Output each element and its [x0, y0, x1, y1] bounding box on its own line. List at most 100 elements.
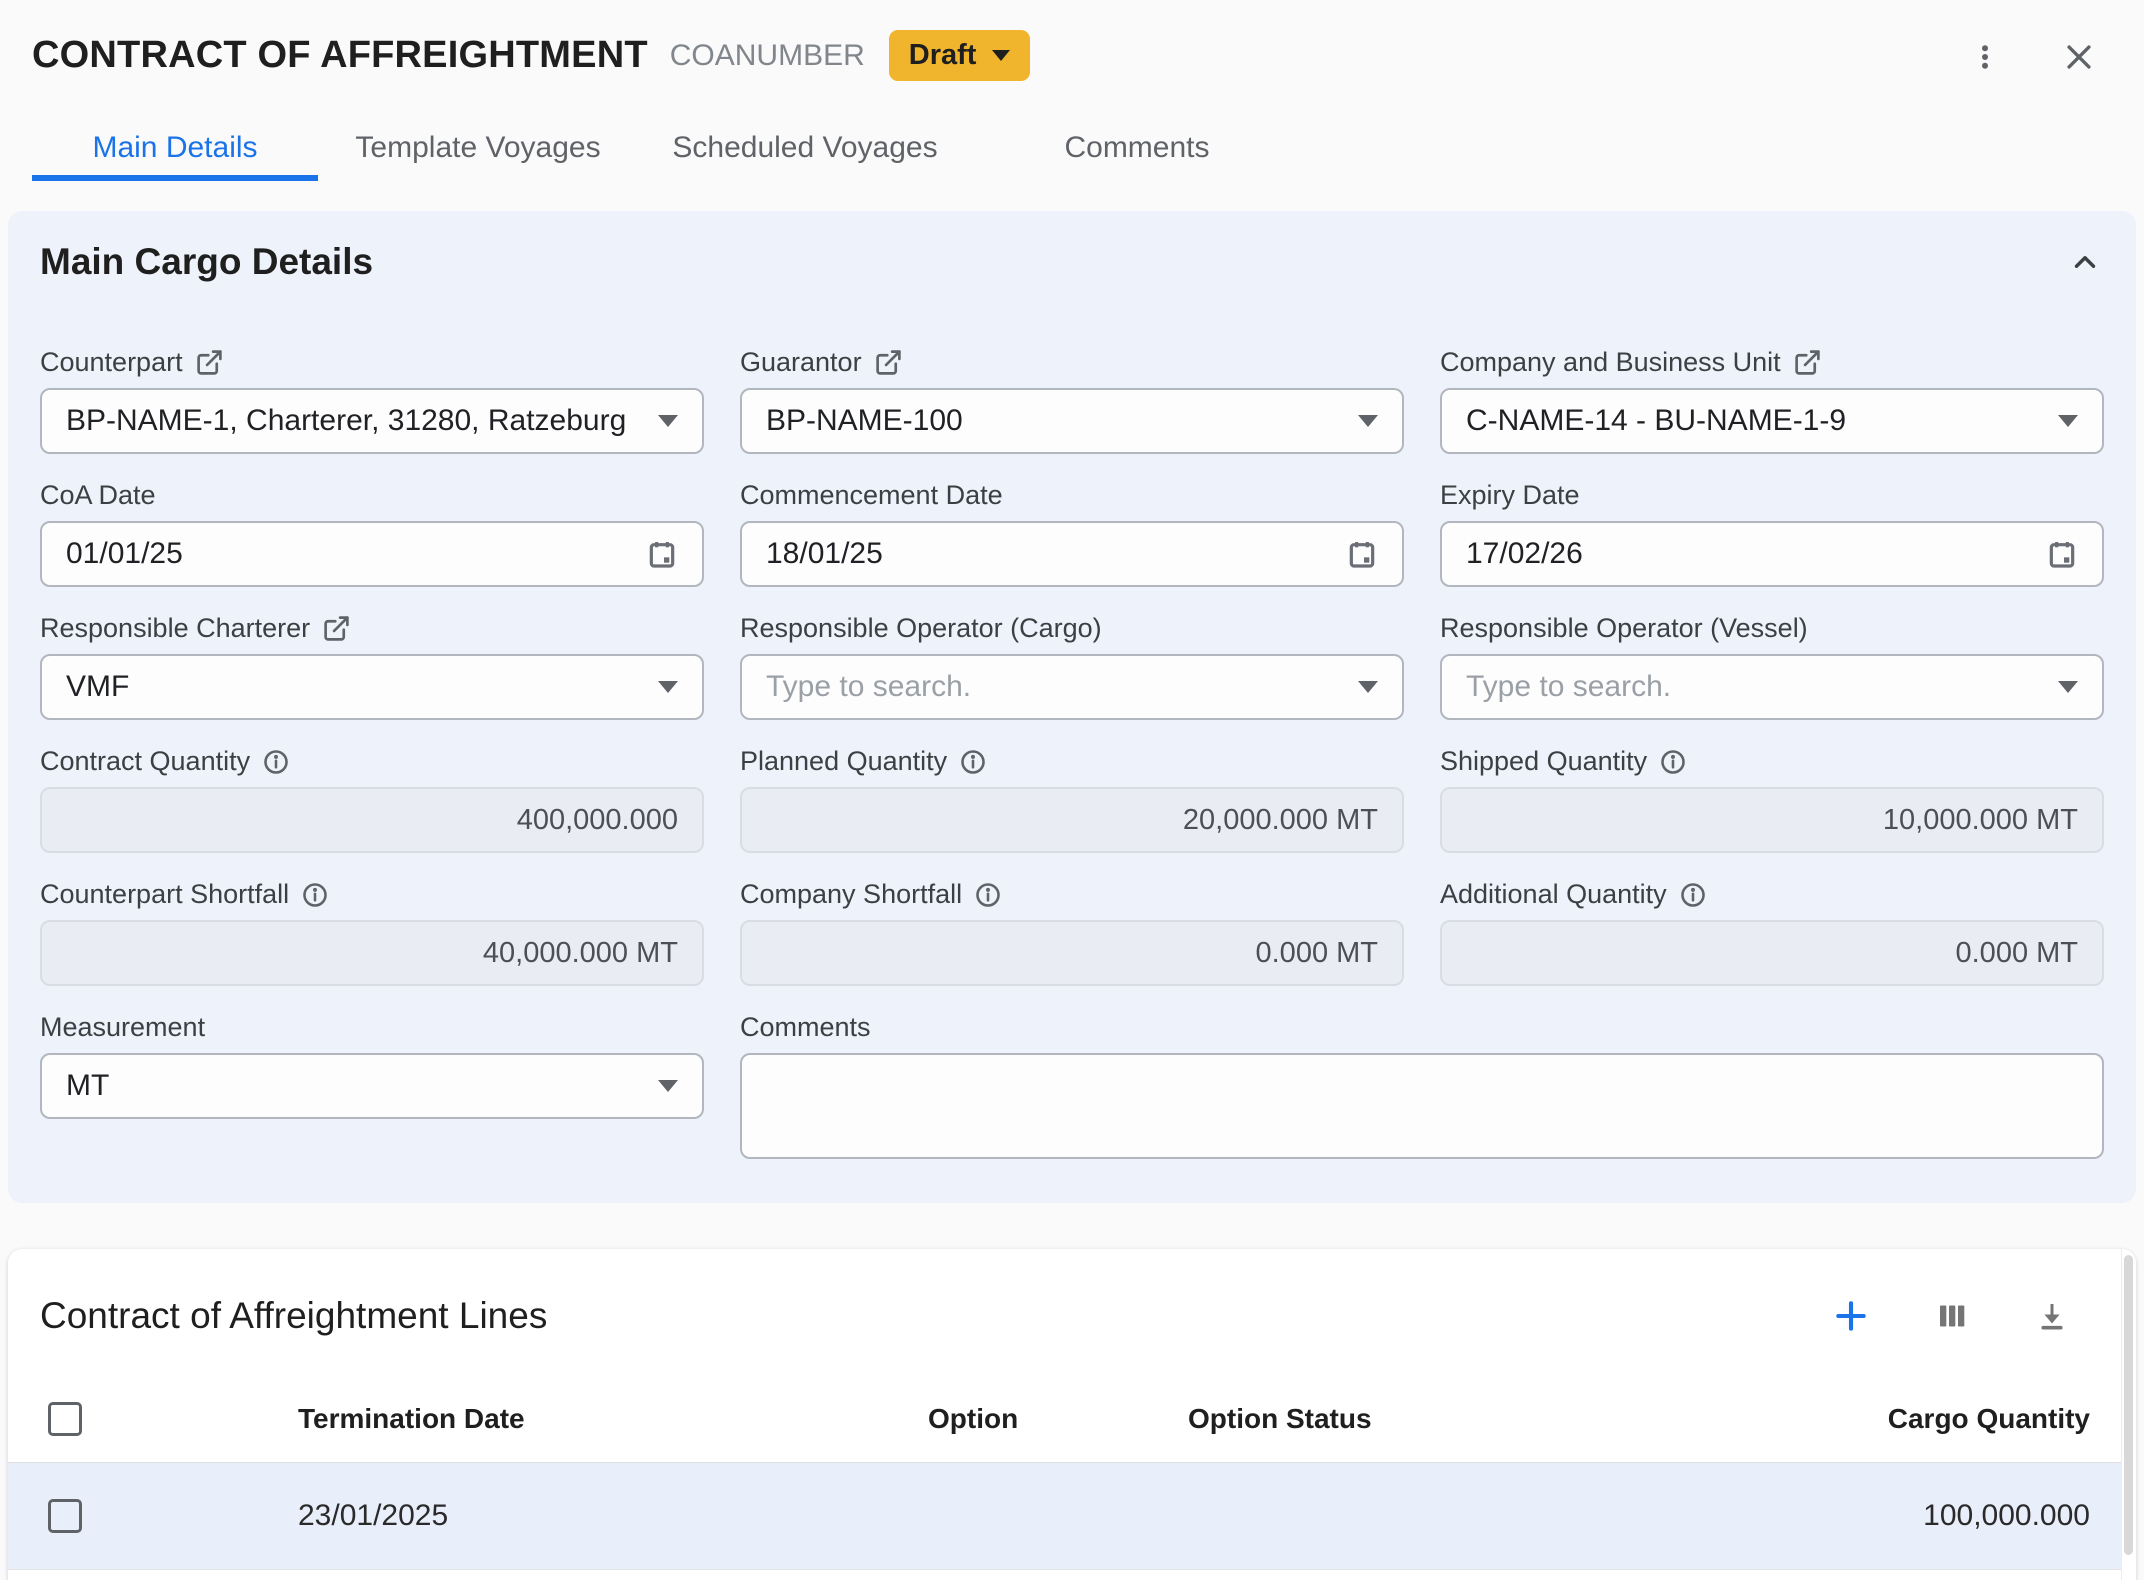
cargo-quantity-cell: 100,000.000	[1588, 1499, 2090, 1533]
tab-scheduled-voyages[interactable]: Scheduled Voyages	[638, 115, 972, 181]
tab-main-details[interactable]: Main Details	[32, 115, 318, 181]
commencement-date-label: Commencement Date	[740, 480, 1003, 511]
comments-group: Comments	[740, 1012, 2104, 1159]
commencement-date-value: 18/01/25	[766, 537, 1346, 571]
responsible-charterer-label: Responsible Charterer	[40, 613, 310, 644]
columns-button[interactable]	[1928, 1292, 1976, 1340]
close-button[interactable]	[2056, 34, 2102, 80]
open-in-new-icon[interactable]	[1793, 348, 1822, 377]
info-icon[interactable]	[262, 748, 290, 776]
more-options-button[interactable]	[1964, 36, 2006, 78]
planned-quantity-label: Planned Quantity	[740, 746, 947, 777]
counterpart-group: Counterpart BP-NAME-1, Charterer, 31280,…	[40, 347, 704, 454]
company-shortfall-label: Company Shortfall	[740, 879, 962, 910]
guarantor-group: Guarantor BP-NAME-100	[740, 347, 1404, 454]
calendar-icon[interactable]	[2046, 538, 2078, 570]
measurement-group: Measurement MT	[40, 1012, 704, 1159]
calendar-icon[interactable]	[1346, 538, 1378, 570]
collapse-section-button[interactable]	[2068, 245, 2102, 279]
counterpart-shortfall-group: Counterpart Shortfall 40,000.000 MT	[40, 879, 704, 986]
status-label: Draft	[909, 39, 977, 72]
tab-template-voyages[interactable]: Template Voyages	[318, 115, 638, 181]
add-line-button[interactable]	[1826, 1291, 1876, 1341]
coa-number: COANUMBER	[670, 39, 865, 73]
window-header: CONTRACT OF AFFREIGHTMENT COANUMBER Draf…	[0, 0, 2144, 181]
info-icon[interactable]	[1679, 881, 1707, 909]
termination-date-cell: 23/01/2025	[298, 1499, 928, 1533]
lines-section-title: Contract of Affreightment Lines	[40, 1295, 547, 1337]
coa-lines-table: Termination Date Option Option Status Ca…	[8, 1375, 2136, 1580]
open-in-new-icon[interactable]	[874, 348, 903, 377]
chevron-up-icon	[2068, 245, 2102, 279]
additional-quantity-value: 0.000 MT	[1956, 937, 2079, 970]
table-scrollbar[interactable]	[2121, 1249, 2136, 1580]
tab-bar: Main Details Template Voyages Scheduled …	[32, 115, 2104, 181]
comments-label: Comments	[740, 1012, 871, 1043]
info-icon[interactable]	[301, 881, 329, 909]
planned-quantity-group: Planned Quantity 20,000.000 MT	[740, 746, 1404, 853]
dropdown-caret-icon	[2058, 681, 2078, 693]
expiry-date-input[interactable]: 17/02/26	[1440, 521, 2104, 587]
company-bu-select[interactable]: C-NAME-14 - BU-NAME-1-9	[1440, 388, 2104, 454]
counterpart-shortfall-label: Counterpart Shortfall	[40, 879, 289, 910]
coa-date-input[interactable]: 01/01/25	[40, 521, 704, 587]
counterpart-shortfall-value: 40,000.000 MT	[483, 937, 678, 970]
additional-quantity-group: Additional Quantity 0.000 MT	[1440, 879, 2104, 986]
responsible-operator-vessel-select[interactable]: Type to search.	[1440, 654, 2104, 720]
col-option-status: Option Status	[1188, 1403, 1588, 1435]
contract-quantity-label: Contract Quantity	[40, 746, 250, 777]
guarantor-value: BP-NAME-100	[766, 404, 1344, 438]
expiry-date-value: 17/02/26	[1466, 537, 2046, 571]
responsible-operator-vessel-group: Responsible Operator (Vessel) Type to se…	[1440, 613, 2104, 720]
guarantor-label: Guarantor	[740, 347, 862, 378]
measurement-select[interactable]: MT	[40, 1053, 704, 1119]
responsible-operator-cargo-placeholder: Type to search.	[766, 670, 1344, 704]
download-button[interactable]	[2028, 1292, 2076, 1340]
company-bu-label: Company and Business Unit	[1440, 347, 1781, 378]
tab-comments[interactable]: Comments	[972, 115, 1302, 181]
shipped-quantity-value: 10,000.000 MT	[1883, 804, 2078, 837]
select-all-checkbox[interactable]	[48, 1402, 82, 1436]
close-icon	[2062, 40, 2096, 74]
columns-icon	[1934, 1298, 1970, 1334]
scrollbar-thumb[interactable]	[2124, 1255, 2133, 1555]
table-row[interactable]: 17/02/2026 100,000.000	[8, 1570, 2136, 1580]
download-icon	[2034, 1298, 2070, 1334]
responsible-operator-cargo-select[interactable]: Type to search.	[740, 654, 1404, 720]
company-shortfall-group: Company Shortfall 0.000 MT	[740, 879, 1404, 986]
responsible-operator-vessel-placeholder: Type to search.	[1466, 670, 2044, 704]
counterpart-shortfall-field: 40,000.000 MT	[40, 920, 704, 986]
company-bu-group: Company and Business Unit C-NAME-14 - BU…	[1440, 347, 2104, 454]
info-icon[interactable]	[1659, 748, 1687, 776]
planned-quantity-field: 20,000.000 MT	[740, 787, 1404, 853]
counterpart-select[interactable]: BP-NAME-1, Charterer, 31280, Ratzeburg	[40, 388, 704, 454]
col-termination-date: Termination Date	[298, 1403, 928, 1435]
company-bu-value: C-NAME-14 - BU-NAME-1-9	[1466, 404, 2044, 438]
page-title: CONTRACT OF AFFREIGHTMENT	[32, 34, 648, 77]
coa-date-value: 01/01/25	[66, 537, 646, 571]
dropdown-caret-icon	[658, 681, 678, 693]
open-in-new-icon[interactable]	[322, 614, 351, 643]
comments-textarea[interactable]	[740, 1053, 2104, 1159]
contract-quantity-group: Contract Quantity 400,000.000	[40, 746, 704, 853]
responsible-charterer-group: Responsible Charterer VMF	[40, 613, 704, 720]
dropdown-caret-icon	[1358, 681, 1378, 693]
row-checkbox[interactable]	[48, 1499, 82, 1533]
dropdown-caret-icon	[1358, 415, 1378, 427]
info-icon[interactable]	[959, 748, 987, 776]
coa-date-group: CoA Date 01/01/25	[40, 480, 704, 587]
measurement-label: Measurement	[40, 1012, 205, 1043]
main-cargo-details-section: Main Cargo Details Counterpart BP-NAME-1…	[8, 211, 2136, 1203]
open-in-new-icon[interactable]	[195, 348, 224, 377]
commencement-date-input[interactable]: 18/01/25	[740, 521, 1404, 587]
additional-quantity-field: 0.000 MT	[1440, 920, 2104, 986]
responsible-charterer-select[interactable]: VMF	[40, 654, 704, 720]
measurement-value: MT	[66, 1069, 644, 1103]
table-row[interactable]: 23/01/2025 100,000.000	[8, 1463, 2136, 1570]
coa-lines-section: Contract of Affreightment Lines	[8, 1249, 2136, 1580]
info-icon[interactable]	[974, 881, 1002, 909]
kebab-menu-icon	[1970, 42, 2000, 72]
calendar-icon[interactable]	[646, 538, 678, 570]
guarantor-select[interactable]: BP-NAME-100	[740, 388, 1404, 454]
status-dropdown[interactable]: Draft	[889, 30, 1031, 81]
